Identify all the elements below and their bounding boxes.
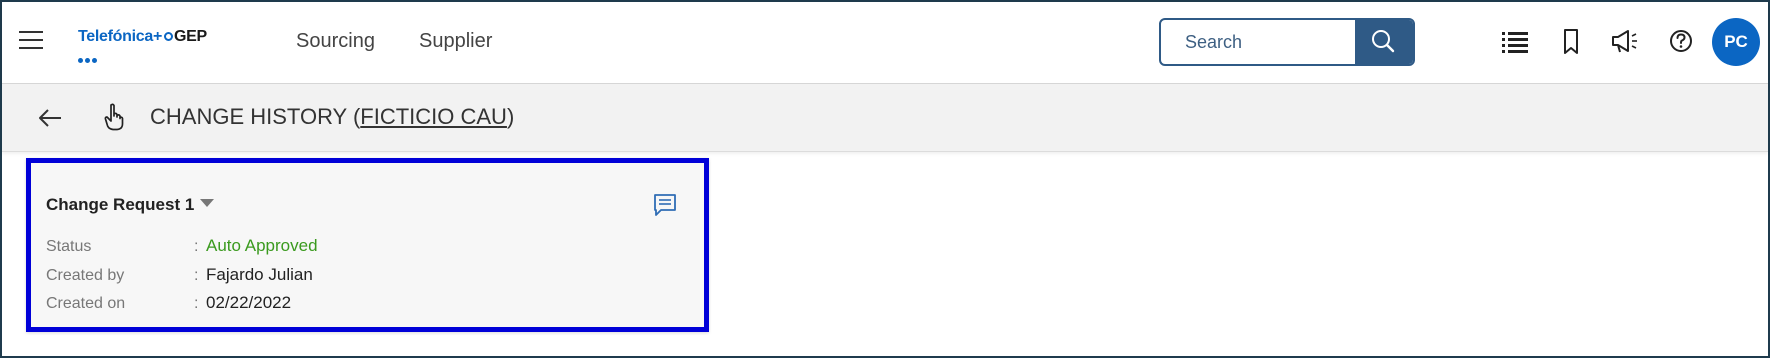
pointing-hand-icon	[102, 102, 126, 132]
created-on-row: Created on:02/22/2022	[46, 293, 291, 313]
created-by-label: Created by	[46, 267, 125, 284]
separator: :	[194, 238, 199, 255]
bookmark-button[interactable]	[1554, 24, 1588, 58]
arrow-left-icon	[39, 109, 61, 127]
logo-mark-icon	[164, 32, 173, 41]
created-on-value: 02/22/2022	[206, 293, 292, 312]
help-icon	[1670, 30, 1692, 52]
page-title-prefix: CHANGE HISTORY (	[150, 104, 361, 129]
separator: :	[194, 295, 199, 312]
top-header: Telefónica+ GEP Sourcing Supplier Search…	[2, 2, 1768, 84]
created-on-label: Created on	[46, 295, 126, 312]
list-icon	[1502, 32, 1528, 53]
caret-down-icon[interactable]	[200, 199, 215, 207]
change-request-title[interactable]: Change Request 1	[46, 195, 215, 215]
created-by-value: Fajardo Julian	[206, 265, 313, 284]
megaphone-icon	[1612, 30, 1637, 53]
logo-partner: GEP	[174, 28, 207, 45]
status-value: Auto Approved	[206, 236, 318, 255]
logo-brand: Telefónica	[78, 28, 153, 45]
comment-button[interactable]	[652, 192, 678, 218]
list-view-button[interactable]	[1498, 24, 1532, 58]
help-button[interactable]	[1664, 24, 1698, 58]
separator: :	[194, 267, 199, 284]
search-box	[1159, 18, 1415, 66]
menu-icon[interactable]	[19, 31, 43, 51]
search-icon	[1372, 30, 1395, 53]
search-input[interactable]	[1161, 20, 1355, 64]
nav-supplier[interactable]: Supplier	[419, 30, 492, 53]
nav-sourcing[interactable]: Sourcing	[296, 30, 375, 53]
page-header: CHANGE HISTORY (FICTICIO CAU)	[2, 84, 1768, 152]
page-title: CHANGE HISTORY (FICTICIO CAU)	[150, 104, 514, 130]
status-label: Status	[46, 238, 92, 255]
bookmark-icon	[1564, 29, 1578, 54]
page-title-suffix: )	[506, 104, 515, 129]
user-avatar[interactable]: PC	[1712, 18, 1760, 66]
status-row: Status: Auto Approved	[46, 236, 318, 256]
logo-plus: +	[152, 28, 162, 45]
created-by-row: Created by: Fajardo Julian	[46, 265, 313, 285]
page-title-link[interactable]: FICTICIO CAU	[360, 104, 507, 129]
change-request-title-text: Change Request 1	[46, 195, 195, 214]
search-button[interactable]	[1355, 20, 1413, 64]
company-logo[interactable]: Telefónica+ GEP	[78, 28, 207, 63]
comment-icon	[654, 194, 676, 216]
logo-dots-icon	[78, 50, 102, 63]
announcements-button[interactable]	[1608, 24, 1642, 58]
back-button[interactable]	[36, 106, 64, 130]
change-request-card: Change Request 1 Status: Auto Approved Cr…	[26, 158, 709, 332]
